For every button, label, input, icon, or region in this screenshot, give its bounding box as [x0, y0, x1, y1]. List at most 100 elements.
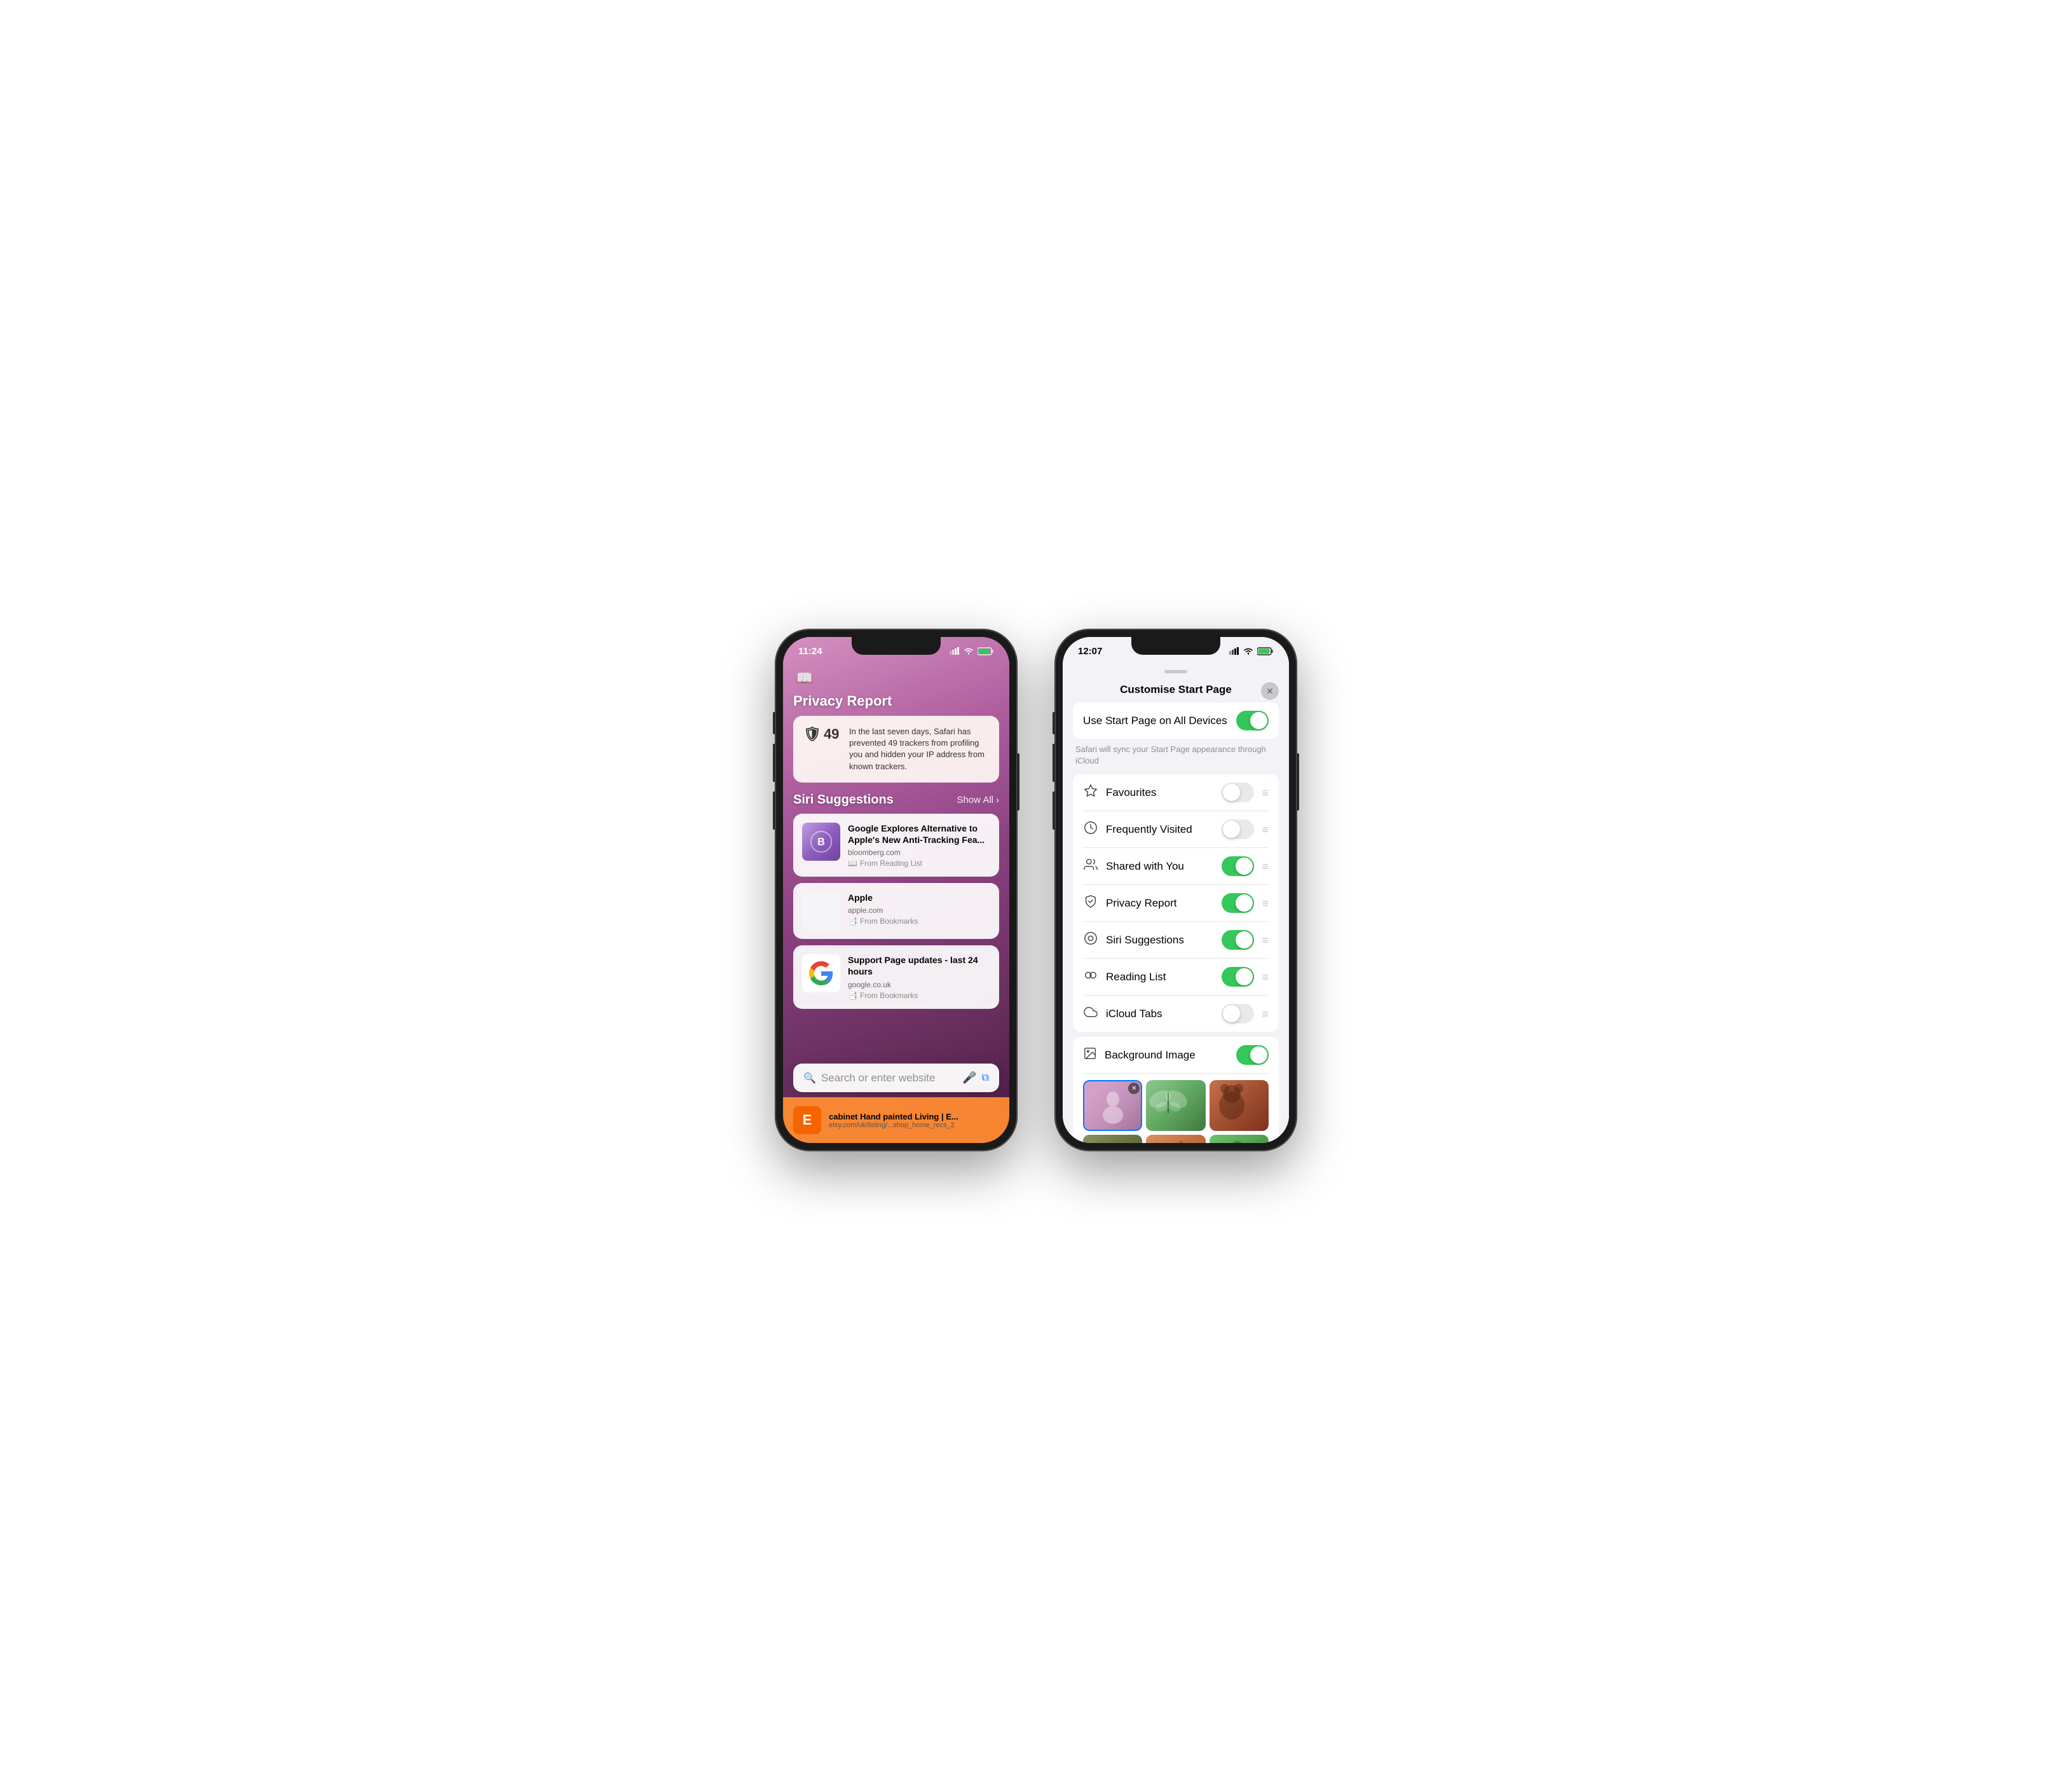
status-bar-1: 11:24: [783, 637, 1009, 665]
bloomberg-url: bloomberg.com: [848, 848, 990, 857]
favourites-row: Favourites ≡: [1083, 774, 1269, 811]
icloud-toggle-switch[interactable]: [1236, 711, 1269, 730]
background-images-grid: ✕: [1083, 1074, 1269, 1143]
suggestion-apple[interactable]: Apple apple.com 📑 From Bookmarks: [793, 883, 999, 939]
icloud-tabs-toggle[interactable]: [1222, 1004, 1254, 1023]
butterfly-bg-thumbnail: [1146, 1080, 1205, 1131]
battery-icon-1: [978, 647, 994, 655]
power-button-2[interactable]: [1297, 753, 1299, 811]
google-info: Support Page updates - last 24 hours goo…: [848, 954, 990, 999]
mute-button-2[interactable]: [1053, 712, 1055, 734]
power-button[interactable]: [1017, 753, 1019, 811]
reading-list-toggle[interactable]: [1222, 967, 1254, 987]
icloud-tabs-left: iCloud Tabs: [1083, 1005, 1162, 1023]
sheet-title: Customise Start Page: [1120, 683, 1232, 696]
suggestion-bloomberg[interactable]: B Google Explores Alternative to Apple's…: [793, 814, 999, 877]
bear-bg-thumbnail: [1210, 1080, 1269, 1131]
search-bar[interactable]: 🔍 Search or enter website 🎤 ⧉: [793, 1064, 999, 1092]
child-bg-thumbnail: [1083, 1080, 1142, 1131]
frequently-visited-drag[interactable]: ≡: [1262, 824, 1269, 835]
bg-image-olive[interactable]: [1083, 1135, 1142, 1143]
background-image-label: Background Image: [1105, 1049, 1196, 1062]
privacy-report-icon: [1083, 894, 1098, 912]
battery-icon-2: [1257, 647, 1274, 655]
shared-with-you-left: Shared with You: [1083, 858, 1184, 875]
bg-image-butterfly[interactable]: [1146, 1080, 1205, 1131]
phone1-screen: 11:24: [783, 637, 1009, 1143]
search-input[interactable]: Search or enter website: [821, 1072, 957, 1085]
volume-up-button-2[interactable]: [1053, 744, 1055, 782]
favourites-left: Favourites: [1083, 784, 1156, 802]
favourites-drag[interactable]: ≡: [1262, 787, 1269, 798]
privacy-report-title: Privacy Report: [793, 693, 999, 709]
svg-text:B: B: [817, 836, 825, 847]
volume-down-button-2[interactable]: [1053, 791, 1055, 830]
bloomberg-info: Google Explores Alternative to Apple's N…: [848, 823, 990, 868]
tabs-icon[interactable]: ⧉: [982, 1072, 989, 1084]
icloud-toggle-section: Use Start Page on All Devices: [1073, 702, 1279, 739]
status-bar-2: 12:07: [1063, 637, 1289, 665]
mute-button[interactable]: [773, 712, 775, 734]
reading-list-label: Reading List: [1106, 971, 1166, 983]
privacy-text: In the last seven days, Safari has preve…: [849, 726, 989, 772]
bottom-suggestion-title: cabinet Hand painted Living | E...: [829, 1112, 999, 1121]
reading-list-left: Reading List: [1083, 968, 1166, 986]
privacy-report-section: Privacy Report 🛡 49 In the last seven da…: [793, 693, 999, 783]
show-all-button[interactable]: Show All ›: [957, 795, 999, 805]
background-image-section: Background Image: [1073, 1037, 1279, 1143]
bg-image-green-leaves[interactable]: [1210, 1135, 1269, 1143]
customise-sheet: Customise Start Page ✕ Use Start Page on…: [1063, 665, 1289, 1143]
icloud-tabs-drag[interactable]: ≡: [1262, 1008, 1269, 1020]
phone-1: 11:24: [775, 629, 1017, 1151]
volume-down-button[interactable]: [773, 791, 775, 830]
shield-icon-small: 🛡: [803, 726, 821, 743]
reading-list-drag[interactable]: ≡: [1262, 971, 1269, 983]
shared-with-you-toggle[interactable]: [1222, 856, 1254, 876]
background-image-toggle[interactable]: [1236, 1045, 1269, 1065]
bg-image-orange[interactable]: [1146, 1135, 1205, 1143]
status-icons-2: [1229, 647, 1274, 655]
status-time-1: 11:24: [798, 646, 822, 657]
siri-suggestions-section: Siri Suggestions Show All › B: [793, 793, 999, 1092]
reading-list-icon[interactable]: 📖: [796, 670, 813, 687]
microphone-icon[interactable]: 🎤: [962, 1071, 976, 1085]
privacy-report-card[interactable]: 🛡 49 In the last seven days, Safari has …: [793, 716, 999, 783]
search-icon: 🔍: [803, 1072, 816, 1085]
items-section: Favourites ≡: [1073, 774, 1279, 1032]
phone2-screen: 12:07: [1063, 637, 1289, 1143]
siri-suggestions-toggle[interactable]: [1222, 930, 1254, 950]
shared-with-you-drag[interactable]: ≡: [1262, 861, 1269, 872]
bg-image-child[interactable]: ✕: [1083, 1080, 1142, 1131]
favourites-icon: [1083, 784, 1098, 802]
siri-suggestions-icon: [1083, 931, 1098, 949]
butterfly-shape: [1146, 1080, 1190, 1125]
google-logo-icon: [809, 961, 833, 985]
favourites-label: Favourites: [1106, 786, 1156, 799]
privacy-report-drag[interactable]: ≡: [1262, 898, 1269, 909]
siri-section-title: Siri Suggestions: [793, 793, 894, 807]
orange-pattern: [1146, 1135, 1190, 1143]
siri-suggestions-left: Siri Suggestions: [1083, 931, 1184, 949]
suggestion-google[interactable]: Support Page updates - last 24 hours goo…: [793, 945, 999, 1008]
child-figure: [1094, 1086, 1132, 1125]
volume-up-button[interactable]: [773, 744, 775, 782]
privacy-report-toggle[interactable]: [1222, 893, 1254, 913]
shared-with-you-row: Shared with You ≡: [1083, 848, 1269, 885]
siri-section-header: Siri Suggestions Show All ›: [793, 793, 999, 807]
bg-image-bear[interactable]: [1210, 1080, 1269, 1131]
frequently-visited-icon: [1083, 821, 1098, 839]
siri-suggestions-drag[interactable]: ≡: [1262, 934, 1269, 946]
safari-start-page: 11:24: [783, 637, 1009, 1143]
frequently-visited-toggle[interactable]: [1222, 819, 1254, 839]
close-button[interactable]: ✕: [1261, 682, 1279, 700]
favourites-toggle[interactable]: [1222, 783, 1254, 802]
phone-2: 12:07: [1055, 629, 1297, 1151]
shared-with-you-right: ≡: [1222, 856, 1269, 876]
background-header-row: Background Image: [1083, 1037, 1269, 1074]
apple-source: 📑 From Bookmarks: [848, 917, 990, 926]
remove-image-button[interactable]: ✕: [1128, 1083, 1140, 1094]
green-leaves-thumbnail: [1210, 1135, 1269, 1143]
bottom-suggestion-card[interactable]: E cabinet Hand painted Living | E... ets…: [783, 1097, 1009, 1143]
apple-title: Apple: [848, 892, 990, 903]
reading-list-right: ≡: [1222, 967, 1269, 987]
